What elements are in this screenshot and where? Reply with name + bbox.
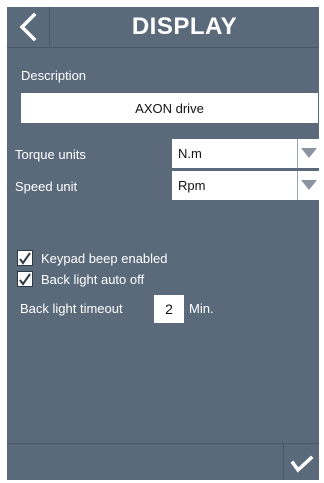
header-bar: DISPLAY — [7, 7, 319, 48]
backlight-timeout-unit: Min. — [189, 301, 214, 316]
speed-unit-value: Rpm — [178, 178, 206, 193]
backlight-auto-off-checkbox[interactable] — [17, 271, 33, 287]
confirm-button[interactable] — [283, 444, 319, 480]
backlight-timeout-label: Back light timeout — [20, 301, 123, 316]
keypad-beep-checkbox[interactable] — [17, 250, 33, 266]
torque-units-label: Torque units — [15, 147, 86, 162]
checkmark-icon — [19, 273, 31, 286]
chevron-left-icon — [18, 13, 38, 41]
triangle-down-icon — [301, 180, 317, 190]
page-title: DISPLAY — [131, 13, 238, 40]
speed-unit-label: Speed unit — [15, 179, 78, 194]
checkmark-icon — [19, 252, 31, 265]
keypad-beep-label: Keypad beep enabled — [41, 251, 168, 266]
backlight-timeout-input[interactable] — [154, 295, 184, 323]
footer-bar — [7, 443, 319, 480]
backlight-auto-off-label: Back light auto off — [41, 272, 145, 287]
display-settings-screen: DISPLAY Description Torque units N.m Spe… — [7, 7, 319, 480]
speed-unit-dropdown-button[interactable] — [297, 171, 319, 200]
back-button[interactable] — [7, 7, 50, 47]
checkmark-icon — [290, 451, 314, 473]
torque-units-value: N.m — [178, 146, 202, 161]
torque-units-dropdown-button[interactable] — [297, 139, 319, 168]
triangle-down-icon — [301, 148, 317, 158]
torque-units-select[interactable]: N.m — [172, 139, 319, 168]
speed-unit-select[interactable]: Rpm — [172, 171, 319, 200]
description-field[interactable] — [21, 93, 318, 123]
description-label: Description — [21, 68, 87, 83]
